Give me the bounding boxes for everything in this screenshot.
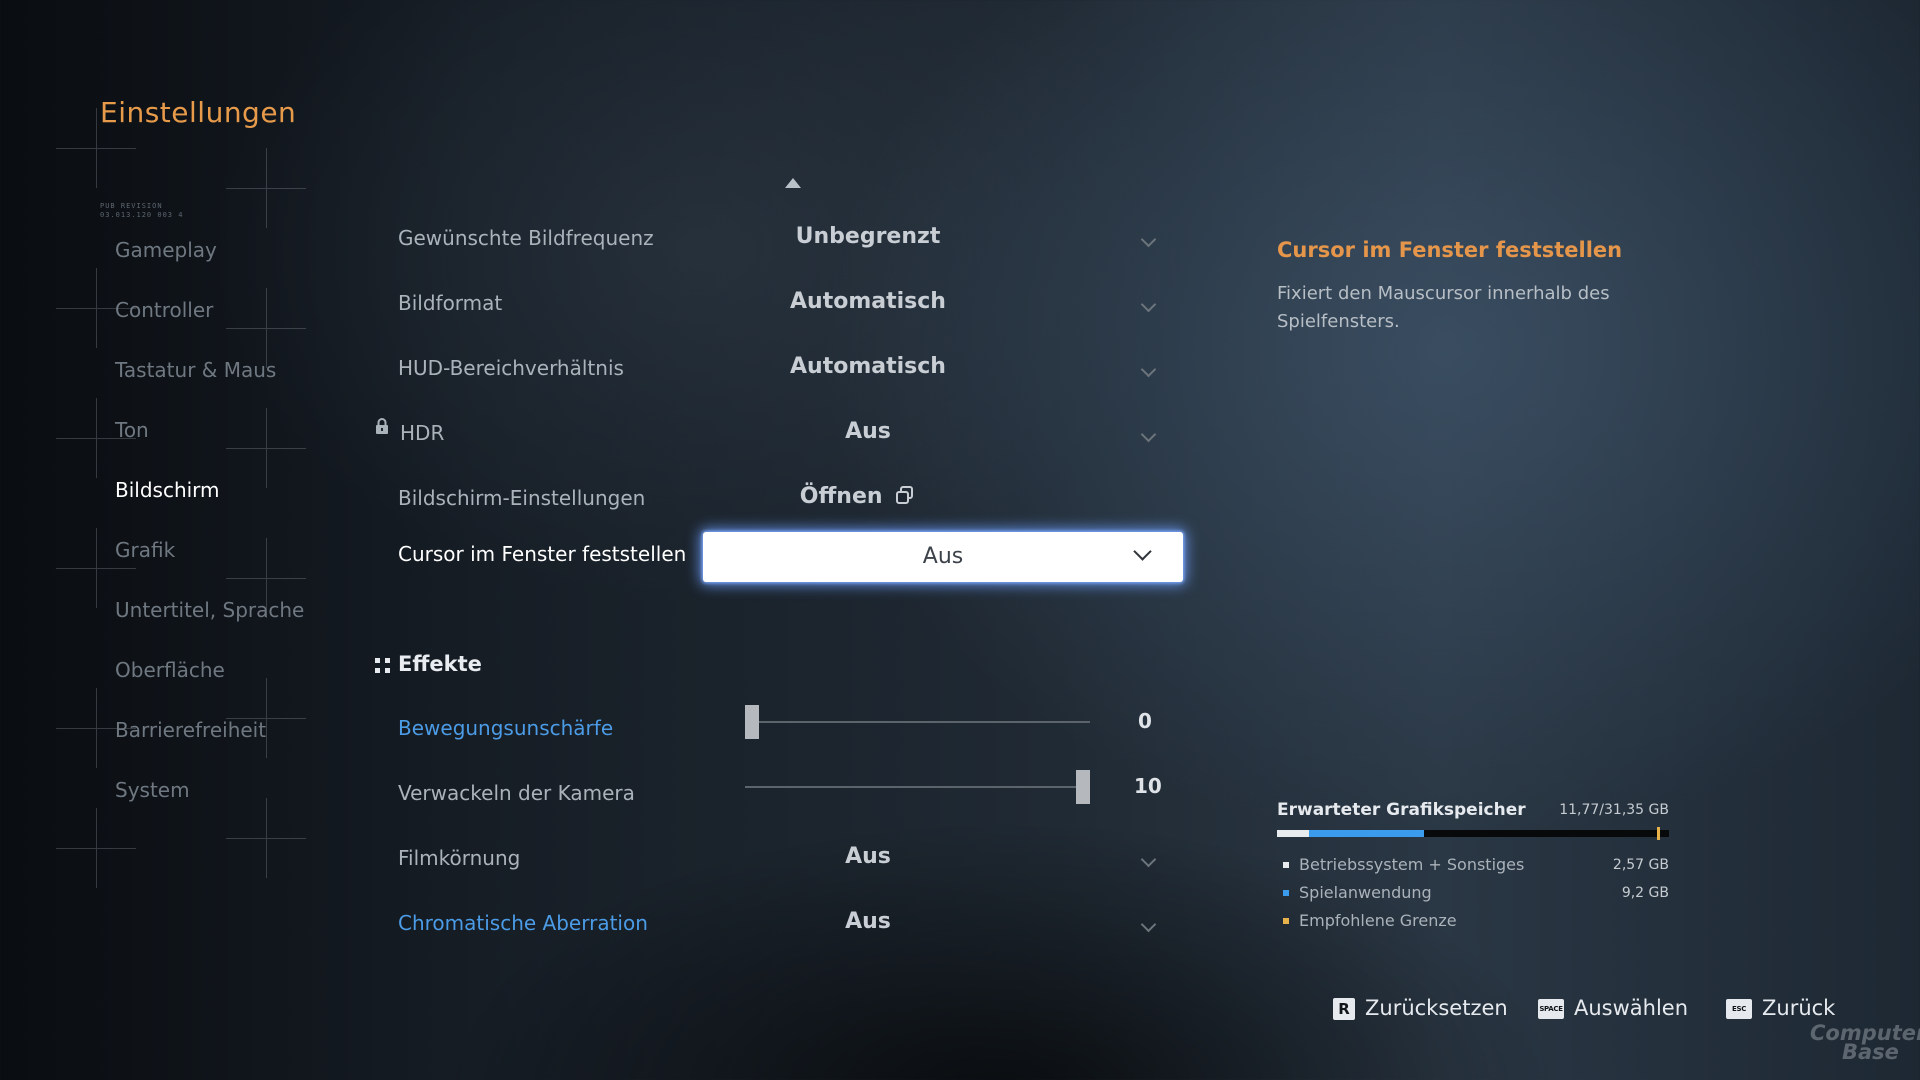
- setting-row-motion-blur[interactable]: Bewegungsunschärfe: [398, 706, 1178, 756]
- sidebar-item-graphics[interactable]: Grafik: [115, 530, 375, 590]
- camera-shake-slider-thumb[interactable]: [1076, 770, 1090, 804]
- setting-row-display-settings[interactable]: Bildschirm-Einstellungen Öffnen: [398, 476, 1178, 526]
- vram-bar-limit: [1657, 827, 1661, 840]
- setting-row-film-grain[interactable]: Filmkörnung Aus: [398, 836, 1178, 886]
- setting-label: HDR: [400, 421, 445, 445]
- select-button[interactable]: SPACE Auswählen: [1538, 996, 1688, 1026]
- setting-value[interactable]: Automatisch: [703, 354, 1033, 379]
- vram-legend-os: Betriebssystem + Sonstiges 2,57 GB: [1277, 855, 1669, 879]
- motion-blur-slider-track[interactable]: [745, 721, 1090, 723]
- camera-shake-value: 10: [1134, 774, 1162, 798]
- section-title: Effekte: [398, 652, 482, 676]
- settings-sidebar: Gameplay Controller Tastatur & Maus Ton …: [115, 230, 375, 830]
- chevron-down-icon[interactable]: [1140, 916, 1157, 933]
- vram-bar-os: [1277, 830, 1310, 837]
- key-space-icon: SPACE: [1538, 999, 1564, 1019]
- setting-label: Cursor im Fenster feststellen: [398, 542, 687, 566]
- vram-title: Erwarteter Grafikspeicher: [1277, 800, 1526, 820]
- vram-bar: [1277, 827, 1669, 840]
- sidebar-item-controller[interactable]: Controller: [115, 290, 375, 350]
- setting-label: Bildschirm-Einstellungen: [398, 486, 646, 510]
- chevron-down-icon[interactable]: [1140, 296, 1157, 313]
- setting-value[interactable]: Automatisch: [703, 289, 1033, 314]
- setting-row-hud-ratio[interactable]: HUD-Bereichverhältnis Automatisch: [398, 346, 1178, 396]
- setting-row-chromatic-aberration[interactable]: Chromatische Aberration Aus: [398, 901, 1178, 951]
- reset-button[interactable]: R Zurücksetzen: [1333, 996, 1508, 1026]
- sidebar-item-subtitles-language[interactable]: Untertitel, Sprache: [115, 590, 375, 650]
- setting-label: Gewünschte Bildfrequenz: [398, 226, 654, 250]
- external-window-icon: [896, 486, 914, 504]
- sidebar-item-interface[interactable]: Oberfläche: [115, 650, 375, 710]
- open-button[interactable]: Öffnen: [693, 484, 1023, 509]
- setting-value: Aus: [845, 419, 891, 444]
- chevron-down-icon[interactable]: [1140, 851, 1157, 868]
- decor-crosshair: [226, 148, 306, 228]
- sidebar-item-accessibility[interactable]: Barrierefreiheit: [115, 710, 375, 770]
- legend-square-icon: [1283, 890, 1289, 896]
- camera-shake-slider-track[interactable]: [745, 786, 1090, 788]
- info-description: Fixiert den Mauscursor innerhalb des Spi…: [1277, 283, 1610, 332]
- lock-icon: [376, 418, 388, 434]
- cursor-lock-dropdown[interactable]: Aus: [703, 532, 1183, 582]
- sidebar-item-sound[interactable]: Ton: [115, 410, 375, 470]
- dropdown-value: Aus: [922, 544, 964, 569]
- setting-row-frame-rate[interactable]: Gewünschte Bildfrequenz Unbegrenzt: [398, 216, 1178, 266]
- legend-square-icon: [1283, 862, 1289, 868]
- setting-row-hdr: HDR Aus: [398, 411, 1178, 461]
- setting-value[interactable]: Unbegrenzt: [703, 224, 1033, 249]
- setting-label: Filmkörnung: [398, 846, 521, 870]
- chevron-down-icon[interactable]: [1140, 231, 1157, 248]
- sidebar-item-display[interactable]: Bildschirm: [115, 470, 375, 530]
- grid-dots-icon: [375, 658, 391, 674]
- setting-value[interactable]: Aus: [703, 844, 1033, 869]
- setting-row-camera-shake[interactable]: Verwackeln der Kamera: [398, 771, 1178, 821]
- sidebar-item-system[interactable]: System: [115, 770, 375, 830]
- sidebar-item-gameplay[interactable]: Gameplay: [115, 230, 375, 290]
- setting-label: Bildformat: [398, 291, 503, 315]
- vram-total: 11,77/31,35 GB: [1559, 802, 1669, 818]
- motion-blur-slider-thumb[interactable]: [745, 705, 759, 739]
- legend-square-icon: [1283, 918, 1289, 924]
- vram-legend-app: Spielanwendung 9,2 GB: [1277, 883, 1669, 907]
- chevron-down-icon: [1140, 426, 1157, 443]
- setting-row-aspect[interactable]: Bildformat Automatisch: [398, 281, 1178, 331]
- watermark-logo: Computer Base: [1810, 1021, 1920, 1064]
- info-title: Cursor im Fenster feststellen: [1277, 238, 1623, 262]
- chevron-down-icon[interactable]: [1140, 361, 1157, 378]
- setting-label: Bewegungsunschärfe: [398, 716, 614, 740]
- setting-label: Verwackeln der Kamera: [398, 781, 635, 805]
- setting-label: HUD-Bereichverhältnis: [398, 356, 624, 380]
- scroll-up-icon[interactable]: [785, 178, 801, 188]
- key-r-icon: R: [1333, 998, 1355, 1020]
- key-esc-icon: ESC: [1726, 999, 1752, 1019]
- motion-blur-value: 0: [1138, 709, 1152, 733]
- sidebar-item-keyboard-mouse[interactable]: Tastatur & Maus: [115, 350, 375, 410]
- setting-value[interactable]: Aus: [703, 909, 1033, 934]
- revision-caption: PUB REVISION 03.013.120 003 4: [100, 202, 184, 219]
- setting-label: Chromatische Aberration: [398, 911, 648, 935]
- vram-bar-app: [1309, 830, 1425, 837]
- vram-legend-limit: Empfohlene Grenze: [1277, 911, 1669, 935]
- page-title: Einstellungen: [100, 96, 297, 129]
